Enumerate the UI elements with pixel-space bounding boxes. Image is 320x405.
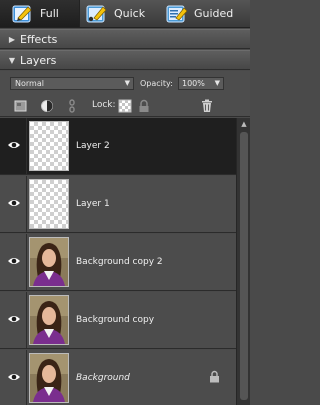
dropdown-arrow-icon: ▼	[124, 79, 130, 87]
opacity-label: Opacity:	[140, 79, 173, 88]
chevron-down-icon: ▼	[8, 55, 16, 65]
portrait-image	[30, 296, 68, 344]
mode-quick-label: Quick	[114, 7, 146, 20]
row-divider	[26, 118, 27, 174]
chevron-right-icon: ▶	[8, 34, 16, 44]
eye-icon[interactable]	[7, 314, 21, 324]
row-divider	[26, 176, 27, 232]
quick-edit-icon	[86, 5, 107, 22]
row-divider	[26, 234, 27, 290]
mode-bar: Full Quick Guided	[0, 0, 250, 28]
layer-row-layer-2[interactable]: Layer 2	[0, 118, 236, 175]
mode-quick-button[interactable]: Quick	[82, 0, 162, 27]
layers-list: Layer 2 Layer 1 Background copy 2 Backgr…	[0, 118, 236, 405]
effects-panel-header[interactable]: ▶ Effects	[0, 29, 250, 49]
blend-mode-value: Normal	[15, 79, 44, 88]
delete-layer-icon[interactable]	[200, 99, 214, 113]
layer-name: Layer 2	[76, 141, 110, 151]
full-edit-icon	[12, 5, 32, 22]
mode-full-button[interactable]: Full	[0, 0, 80, 27]
mode-guided-button[interactable]: Guided	[164, 0, 250, 27]
layer-row-background-copy-2[interactable]: Background copy 2	[0, 234, 236, 291]
layer-thumbnail	[29, 353, 69, 403]
scroll-up-icon[interactable]: ▲	[237, 118, 251, 130]
opacity-field[interactable]: 100% ▼	[178, 77, 224, 90]
layers-panel-title: Layers	[20, 53, 57, 67]
lock-label: Lock:	[92, 100, 116, 110]
lock-all-icon[interactable]	[137, 99, 151, 113]
layers-panel-header[interactable]: ▼ Layers	[0, 50, 250, 70]
layer-row-layer-1[interactable]: Layer 1	[0, 176, 236, 233]
layer-thumbnail	[29, 295, 69, 345]
layer-options-row: Normal ▼ Opacity: 100% ▼	[0, 71, 250, 95]
new-layer-icon[interactable]	[14, 99, 28, 113]
layer-thumbnail	[29, 121, 69, 171]
portrait-image	[30, 238, 68, 286]
eye-icon[interactable]	[7, 256, 21, 266]
layer-thumbnail	[29, 179, 69, 229]
guided-edit-icon	[166, 5, 188, 22]
lock-icon	[210, 370, 219, 383]
row-divider	[26, 350, 27, 405]
scrollbar-thumb[interactable]	[240, 132, 248, 400]
layer-thumbnail	[29, 237, 69, 287]
mode-full-label: Full	[40, 7, 59, 20]
row-divider	[26, 292, 27, 348]
layers-toolbar: Lock:	[0, 95, 250, 117]
adjustment-layer-icon[interactable]	[40, 99, 54, 113]
layer-row-background[interactable]: Background	[0, 350, 236, 405]
eye-icon[interactable]	[7, 372, 21, 382]
layer-name: Background copy 2	[76, 257, 163, 267]
layer-row-background-copy[interactable]: Background copy	[0, 292, 236, 349]
layers-scrollbar[interactable]: ▲	[236, 118, 250, 405]
eye-icon[interactable]	[7, 140, 21, 150]
opacity-value: 100%	[182, 79, 205, 88]
portrait-image	[30, 354, 68, 402]
layer-name: Layer 1	[76, 199, 110, 209]
link-icon[interactable]	[65, 99, 79, 113]
mode-guided-label: Guided	[194, 7, 234, 20]
effects-panel-title: Effects	[20, 32, 58, 46]
layer-name: Background copy	[76, 315, 155, 325]
eye-icon[interactable]	[7, 198, 21, 208]
blend-mode-select[interactable]: Normal ▼	[10, 77, 134, 90]
layer-name: Background	[76, 373, 130, 383]
lock-transparent-icon[interactable]	[118, 99, 132, 113]
dropdown-arrow-icon: ▼	[214, 79, 220, 87]
